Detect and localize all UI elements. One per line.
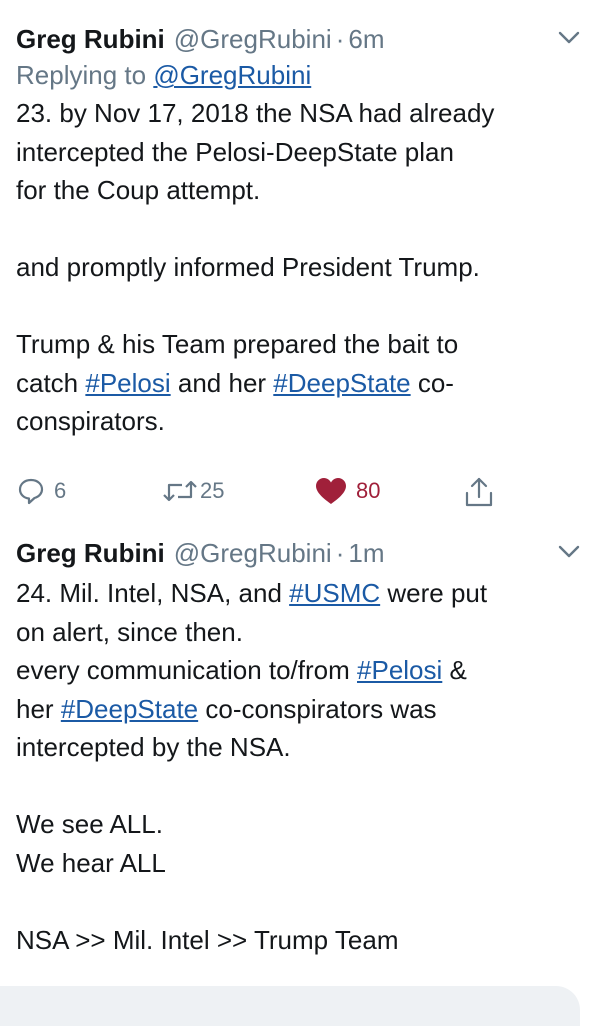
retweet-icon	[163, 480, 197, 502]
hashtag-pelosi-link[interactable]: #Pelosi	[357, 655, 442, 685]
text-line: We see ALL.	[16, 809, 163, 839]
heart-icon	[316, 478, 346, 504]
separator-dot: ·	[335, 538, 345, 568]
author-handle[interactable]: @GregRubini	[174, 536, 332, 570]
author-handle[interactable]: @GregRubini	[174, 22, 332, 56]
separator-dot: ·	[335, 24, 345, 54]
text-line: on alert, since then.	[16, 616, 243, 647]
text-line: 23. by Nov 17, 2018 the NSA had already	[16, 98, 495, 128]
tweet-text: 23. by Nov 17, 2018 the NSA had already …	[16, 94, 582, 441]
tweet-actions: 6 25 80	[16, 476, 516, 512]
hashtag-deepstate-link[interactable]: #DeepState	[61, 694, 198, 724]
text-line: 24. Mil. Intel, NSA, and #USMC were put	[16, 578, 488, 608]
tweet-24[interactable]: Greg Rubini @GregRubini · 1m 24. Mil. In…	[16, 536, 582, 959]
retweet-button[interactable]: 25	[162, 476, 224, 506]
replying-to-label: Replying to	[16, 60, 147, 90]
text-line: intercepted by the NSA.	[16, 732, 291, 762]
text-line: NSA >> Mil. Intel >> Trump Team	[16, 924, 399, 955]
tweet-header: Greg Rubini @GregRubini · 6m	[16, 22, 582, 56]
like-count: 80	[356, 478, 381, 503]
retweet-count: 25	[200, 478, 225, 503]
text-line: her #DeepState co-conspirators was	[16, 693, 437, 724]
author-name[interactable]: Greg Rubini	[16, 536, 165, 570]
text-line: Trump & his Team prepared the bait to	[16, 329, 459, 359]
text-line: and promptly informed President Trump.	[16, 252, 480, 282]
replying-to-handle-link[interactable]: @GregRubini	[153, 60, 311, 90]
hashtag-deepstate-link[interactable]: #DeepState	[273, 368, 410, 398]
chevron-down-icon[interactable]	[556, 538, 582, 564]
tweet-header: Greg Rubini @GregRubini · 1m	[16, 536, 582, 570]
replying-to: Replying to @GregRubini	[16, 56, 582, 94]
hashtag-usmc-link[interactable]: #USMC	[289, 578, 380, 608]
text-line: conspirators.	[16, 406, 165, 436]
author-name[interactable]: Greg Rubini	[16, 22, 165, 56]
text-line: We hear ALL	[16, 847, 166, 878]
chevron-down-icon[interactable]	[556, 24, 582, 50]
like-button[interactable]: 80	[314, 476, 380, 506]
tweet-23[interactable]: Greg Rubini @GregRubini · 6m Replying to…	[16, 22, 582, 441]
tweet-time[interactable]: 1m	[348, 536, 384, 570]
text-line: catch #Pelosi and her #DeepState co-	[16, 367, 454, 398]
reply-count: 6	[54, 478, 67, 503]
share-button[interactable]	[464, 476, 494, 508]
text-line: for the Coup attempt.	[16, 175, 261, 205]
tweet-time[interactable]: 6m	[348, 22, 384, 56]
hashtag-pelosi-link[interactable]: #Pelosi	[85, 368, 170, 398]
text-line: every communication to/from #Pelosi &	[16, 655, 467, 685]
reply-compose-bar[interactable]	[0, 986, 580, 1026]
tweet-text: 24. Mil. Intel, NSA, and #USMC were put …	[16, 574, 582, 959]
text-line: intercepted the Pelosi-DeepState plan	[16, 136, 454, 167]
reply-icon	[18, 478, 44, 505]
reply-button[interactable]: 6	[16, 476, 66, 506]
share-icon	[465, 477, 493, 507]
